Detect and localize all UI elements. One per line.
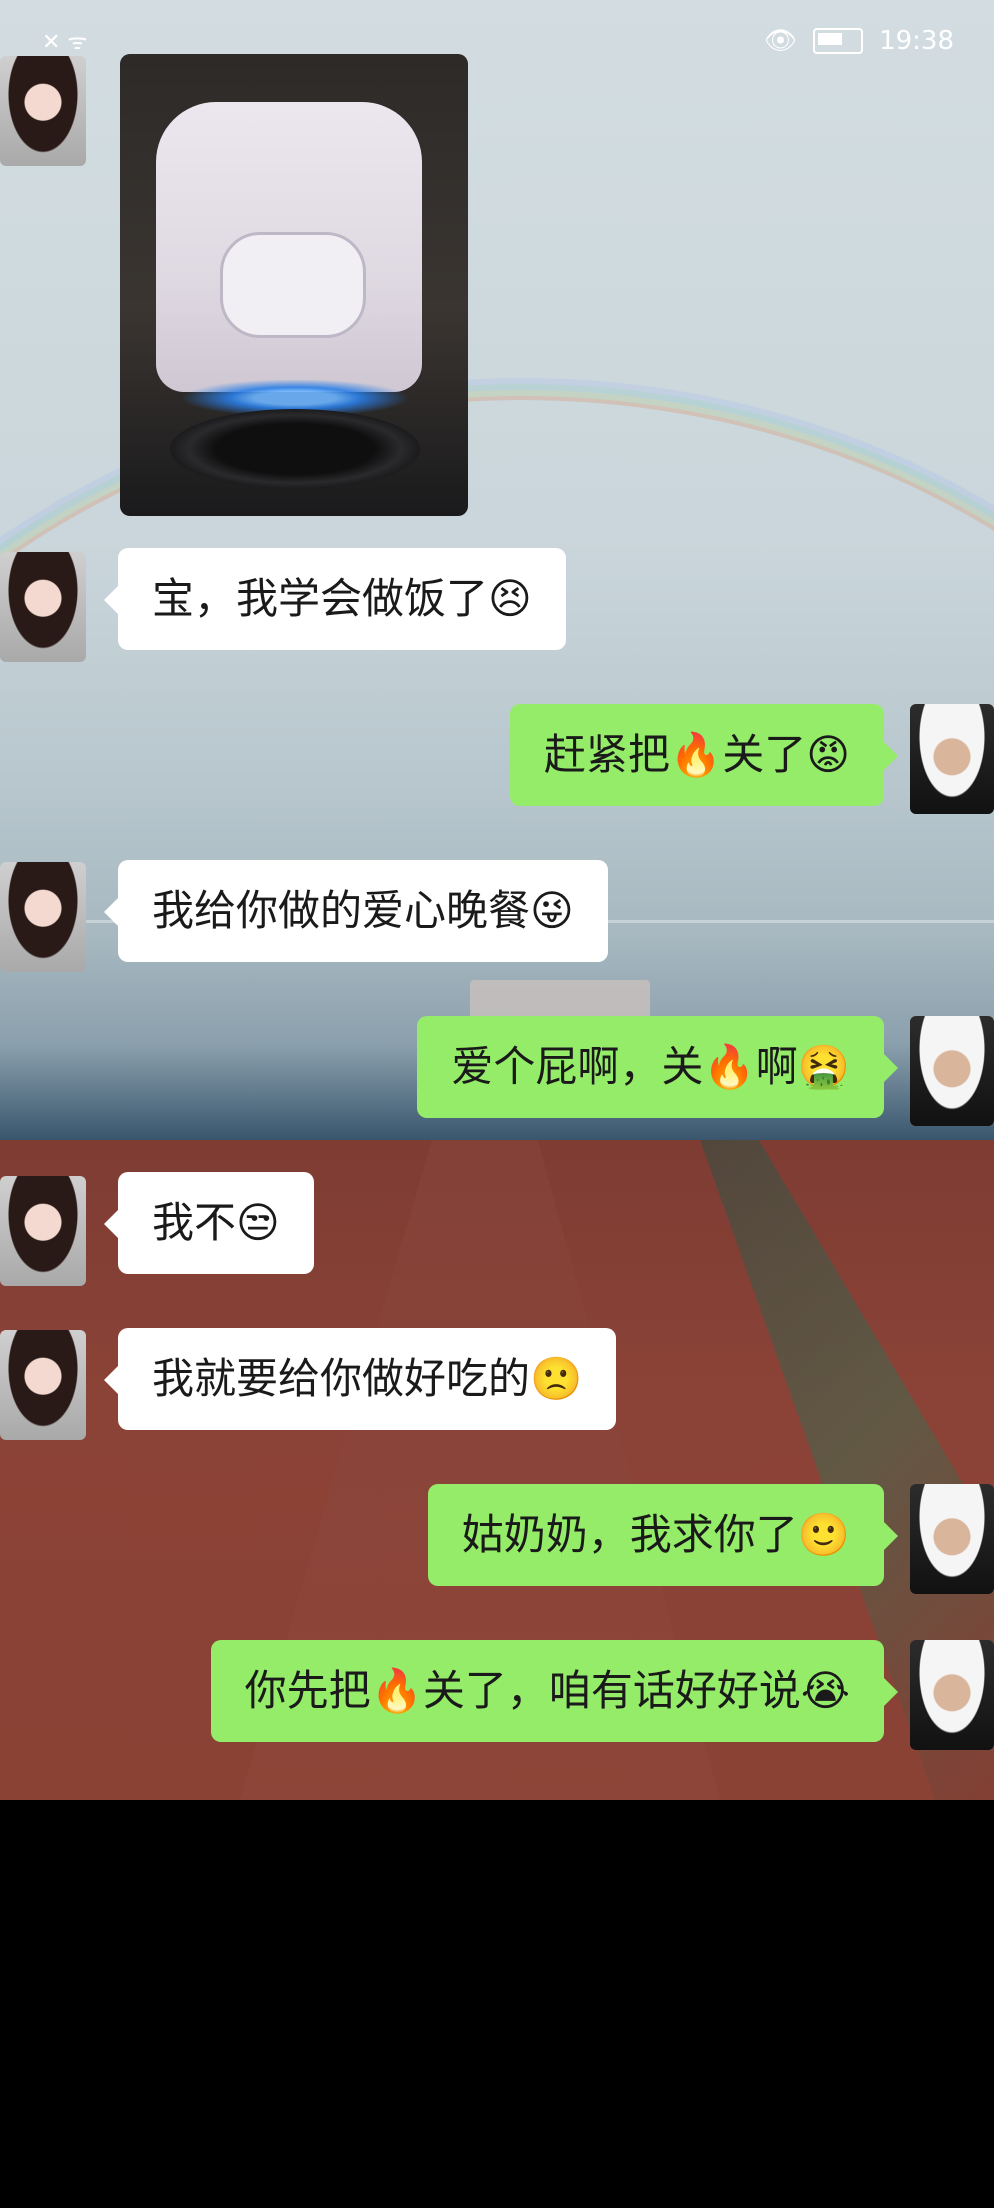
message-bubble-outgoing[interactable]: 赶紧把🔥关了😡 xyxy=(509,704,899,806)
signal-icon: ✕ ᯤ xyxy=(42,30,88,55)
chat-screen: ✕ ᯤ 👁 19:38 宝，我学会做饭了😣 赶紧把🔥关了😡 我给你做的爱心晚餐😜… xyxy=(0,0,994,1800)
message-bubble-incoming[interactable]: 我不😒 xyxy=(104,1172,314,1274)
her-avatar[interactable] xyxy=(0,552,86,662)
status-time: 19:38 xyxy=(879,26,954,56)
cooker-control-panel xyxy=(220,232,366,338)
message-bubble-outgoing[interactable]: 爱个屁啊，关🔥啊🤮 xyxy=(417,1016,898,1118)
black-bottom-area xyxy=(0,1800,994,2208)
status-right: 👁 19:38 xyxy=(764,26,954,56)
message-bubble-outgoing[interactable]: 姑奶奶，我求你了🙂 xyxy=(427,1484,899,1586)
chat-image-rice-cooker[interactable] xyxy=(120,54,468,516)
message-bubble-incoming[interactable]: 我就要给你做好吃的🙁 xyxy=(103,1328,617,1430)
my-avatar[interactable] xyxy=(910,1640,994,1750)
message-bubble-incoming[interactable]: 我给你做的爱心晚餐😜 xyxy=(104,860,608,962)
message-bubble-incoming[interactable]: 宝，我学会做饭了😣 xyxy=(104,548,566,650)
her-avatar[interactable] xyxy=(0,862,86,972)
her-avatar[interactable] xyxy=(0,56,86,166)
her-avatar[interactable] xyxy=(0,1176,86,1286)
message-bubble-outgoing[interactable]: 你先把🔥关了，咱有话好好说😭 xyxy=(210,1640,899,1742)
my-avatar[interactable] xyxy=(910,1016,994,1126)
her-avatar[interactable] xyxy=(0,1330,86,1440)
my-avatar[interactable] xyxy=(910,704,994,814)
ship-bridge xyxy=(470,980,650,1020)
gas-burner xyxy=(170,409,420,489)
eye-icon: 👁 xyxy=(764,26,798,56)
my-avatar[interactable] xyxy=(910,1484,994,1594)
battery-icon xyxy=(813,28,864,54)
